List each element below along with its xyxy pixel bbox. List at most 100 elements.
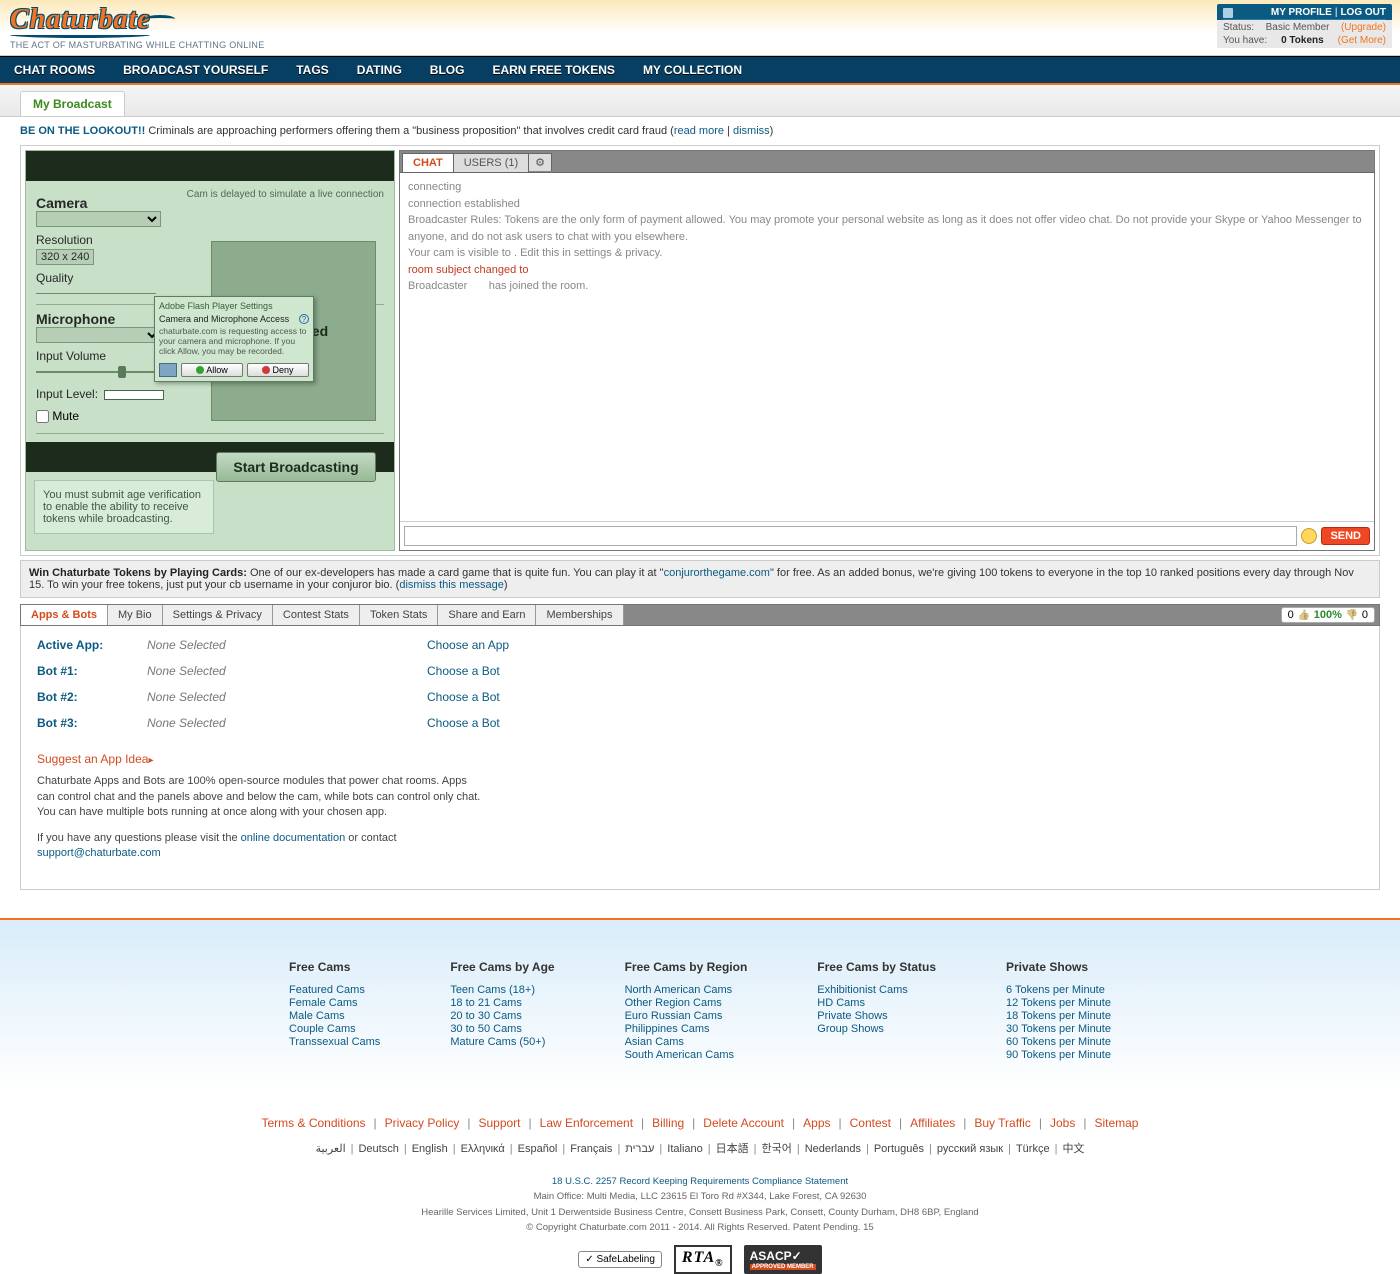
- legal-link[interactable]: Jobs: [1050, 1116, 1075, 1130]
- lang-link[interactable]: العربية: [316, 1143, 346, 1155]
- footer-link[interactable]: South American Cams: [625, 1049, 734, 1061]
- footer-link[interactable]: Asian Cams: [625, 1036, 684, 1048]
- lang-link[interactable]: Español: [518, 1143, 558, 1155]
- legal-link[interactable]: Privacy Policy: [385, 1116, 460, 1130]
- lang-link[interactable]: Français: [570, 1143, 612, 1155]
- upgrade-link[interactable]: (Upgrade): [1341, 22, 1386, 33]
- footer-link[interactable]: 90 Tokens per Minute: [1006, 1049, 1111, 1061]
- legal-link[interactable]: Sitemap: [1094, 1116, 1138, 1130]
- legal-link[interactable]: Support: [478, 1116, 520, 1130]
- camera-select[interactable]: [36, 211, 161, 227]
- footer-link[interactable]: Teen Cams (18+): [450, 984, 535, 996]
- site-logo[interactable]: Chaturbate: [10, 4, 175, 38]
- lang-link[interactable]: Italiano: [667, 1143, 702, 1155]
- legal-link[interactable]: Apps: [803, 1116, 830, 1130]
- choose-link[interactable]: Choose a Bot: [427, 690, 500, 704]
- get-more-link[interactable]: (Get More): [1338, 35, 1386, 46]
- footer-link[interactable]: Group Shows: [817, 1023, 884, 1035]
- legal-link[interactable]: Terms & Conditions: [262, 1116, 366, 1130]
- mute-checkbox[interactable]: [36, 410, 49, 423]
- lower-tab[interactable]: Apps & Bots: [21, 605, 108, 625]
- nav-item[interactable]: TAGS: [282, 57, 342, 83]
- choose-link[interactable]: Choose a Bot: [427, 664, 500, 678]
- lang-link[interactable]: 日本語: [716, 1143, 749, 1155]
- footer-link[interactable]: Philippines Cams: [625, 1023, 710, 1035]
- lower-tab[interactable]: Settings & Privacy: [163, 605, 273, 625]
- volume-slider[interactable]: [36, 371, 156, 373]
- footer-link[interactable]: 30 Tokens per Minute: [1006, 1023, 1111, 1035]
- thumbs-down-icon[interactable]: [1346, 609, 1358, 621]
- footer-link[interactable]: Female Cams: [289, 997, 357, 1009]
- online-doc-link[interactable]: online documentation: [241, 832, 346, 844]
- lang-link[interactable]: English: [412, 1143, 448, 1155]
- footer-link[interactable]: Mature Cams (50+): [450, 1036, 545, 1048]
- support-email-link[interactable]: support@chaturbate.com: [37, 847, 161, 859]
- footer-link[interactable]: 12 Tokens per Minute: [1006, 997, 1111, 1009]
- footer-link[interactable]: Euro Russian Cams: [625, 1010, 723, 1022]
- footer-link[interactable]: Exhibitionist Cams: [817, 984, 907, 996]
- suggest-app-link[interactable]: Suggest an App Idea▸: [37, 752, 153, 766]
- logout-link[interactable]: LOG OUT: [1340, 7, 1386, 18]
- lang-link[interactable]: 한국어: [761, 1143, 791, 1155]
- chat-tab-settings[interactable]: ⚙: [528, 153, 552, 171]
- lower-tab[interactable]: Memberships: [536, 605, 623, 625]
- nav-item[interactable]: BLOG: [416, 57, 479, 83]
- chat-send-button[interactable]: SEND: [1321, 527, 1370, 545]
- lang-link[interactable]: 中文: [1062, 1143, 1084, 1155]
- promo-dismiss-link[interactable]: dismiss this message: [399, 579, 504, 591]
- footer-link[interactable]: 6 Tokens per Minute: [1006, 984, 1105, 996]
- lower-tab[interactable]: Share and Earn: [438, 605, 536, 625]
- help-icon[interactable]: ?: [299, 314, 309, 324]
- my-profile-link[interactable]: MY PROFILE: [1271, 7, 1332, 18]
- lang-link[interactable]: Português: [874, 1143, 924, 1155]
- lower-tab[interactable]: My Bio: [108, 605, 163, 625]
- start-broadcasting-button[interactable]: Start Broadcasting: [216, 452, 376, 482]
- lang-link[interactable]: Türkçe: [1016, 1143, 1050, 1155]
- footer-link[interactable]: 60 Tokens per Minute: [1006, 1036, 1111, 1048]
- nav-item[interactable]: MY COLLECTION: [629, 57, 756, 83]
- footer-link[interactable]: 18 to 21 Cams: [450, 997, 522, 1009]
- footer-link[interactable]: 18 Tokens per Minute: [1006, 1010, 1111, 1022]
- footer-link[interactable]: Featured Cams: [289, 984, 365, 996]
- footer-link[interactable]: 20 to 30 Cams: [450, 1010, 522, 1022]
- lang-link[interactable]: Nederlands: [805, 1143, 861, 1155]
- nav-item[interactable]: CHAT ROOMS: [0, 57, 109, 83]
- legal-link[interactable]: Contest: [850, 1116, 891, 1130]
- lower-tab[interactable]: Token Stats: [360, 605, 438, 625]
- flash-deny-button[interactable]: Deny: [247, 363, 309, 377]
- promo-link[interactable]: conjurorthegame.com: [664, 567, 770, 579]
- legal-link[interactable]: Affiliates: [910, 1116, 955, 1130]
- legal-link[interactable]: Buy Traffic: [974, 1116, 1030, 1130]
- nav-item[interactable]: DATING: [343, 57, 416, 83]
- chat-tab-chat[interactable]: CHAT: [402, 153, 454, 172]
- lang-link[interactable]: Deutsch: [358, 1143, 398, 1155]
- emoji-icon[interactable]: [1301, 528, 1317, 544]
- footer-link[interactable]: Couple Cams: [289, 1023, 356, 1035]
- quality-slider[interactable]: [36, 293, 156, 294]
- flash-allow-button[interactable]: Allow: [181, 363, 243, 377]
- thumbs-up-icon[interactable]: [1298, 609, 1310, 621]
- tab-my-broadcast[interactable]: My Broadcast: [20, 91, 125, 116]
- footer-link[interactable]: 30 to 50 Cams: [450, 1023, 522, 1035]
- legal-link[interactable]: Delete Account: [703, 1116, 784, 1130]
- legal-link[interactable]: Law Enforcement: [540, 1116, 633, 1130]
- footer-link[interactable]: HD Cams: [817, 997, 865, 1009]
- footer-link[interactable]: Transsexual Cams: [289, 1036, 380, 1048]
- lower-tab[interactable]: Contest Stats: [273, 605, 360, 625]
- chat-tab-users[interactable]: USERS (1): [453, 153, 529, 172]
- footer-link[interactable]: Other Region Cams: [625, 997, 722, 1009]
- alert-read-more-link[interactable]: read more: [674, 125, 724, 137]
- lang-link[interactable]: עברית: [625, 1143, 654, 1155]
- 2257-link[interactable]: 18 U.S.C. 2257 Record Keeping Requiremen…: [552, 1176, 848, 1187]
- choose-link[interactable]: Choose a Bot: [427, 716, 500, 730]
- nav-item[interactable]: BROADCAST YOURSELF: [109, 57, 282, 83]
- alert-dismiss-link[interactable]: dismiss: [733, 125, 770, 137]
- choose-link[interactable]: Choose an App: [427, 638, 509, 652]
- legal-link[interactable]: Billing: [652, 1116, 684, 1130]
- nav-item[interactable]: EARN FREE TOKENS: [478, 57, 628, 83]
- footer-link[interactable]: Private Shows: [817, 1010, 887, 1022]
- footer-link[interactable]: North American Cams: [625, 984, 733, 996]
- chat-input[interactable]: [404, 526, 1297, 546]
- lang-link[interactable]: русский язык: [937, 1143, 1003, 1155]
- lang-link[interactable]: Ελληνικά: [461, 1143, 505, 1155]
